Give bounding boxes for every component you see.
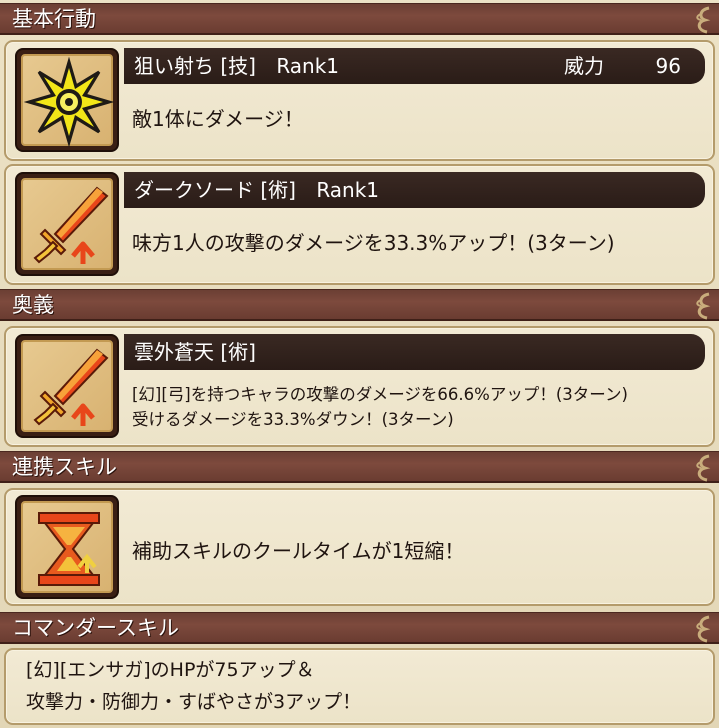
skill-icon-frame	[15, 334, 119, 438]
skill-title-bar: 雲外蒼天 [術]	[124, 334, 705, 370]
section-title: 連携スキル	[12, 455, 117, 479]
scroll-curl-icon	[696, 6, 711, 34]
skill-panel: 基本行動 狙い射ち [技] Rank1 威力 96 敵1体にダメージ！ ダークソ…	[0, 0, 719, 728]
skill-description: [幻][エンサガ]のHPが75アップ＆ 攻撃力・防御力・すばやさが3アップ！	[26, 654, 361, 718]
section-header-link: 連携スキル	[0, 451, 719, 483]
burst-star-icon	[23, 56, 115, 148]
skill-description-line: [幻][エンサガ]のHPが75アップ＆	[26, 659, 315, 681]
hourglass-icon	[38, 512, 100, 586]
skill-card-link[interactable]: 補助スキルのクールタイムが1短縮！	[4, 488, 715, 606]
power-value: 96	[655, 54, 681, 78]
section-header-ougi: 奥義	[0, 289, 719, 321]
skill-card-ougi[interactable]: 雲外蒼天 [術] [幻][弓]を持つキャラの攻撃のダメージを66.6%アップ！(…	[4, 326, 715, 447]
skill-card-commander[interactable]: [幻][エンサガ]のHPが75アップ＆ 攻撃力・防御力・すばやさが3アップ！	[4, 648, 715, 725]
scroll-curl-icon	[696, 615, 711, 643]
skill-card-dark-sword[interactable]: ダークソード [術] Rank1 味方1人の攻撃のダメージを33.3%アップ！(…	[4, 164, 715, 285]
skill-description: 補助スキルのクールタイムが1短縮！	[132, 539, 465, 563]
skill-description-line: [幻][弓]を持つキャラの攻撃のダメージを66.6%アップ！(3ターン)	[132, 385, 628, 404]
skill-icon-frame	[15, 172, 119, 276]
skill-description: 味方1人の攻撃のダメージを33.3%アップ！(3ターン)	[132, 231, 615, 255]
skill-description: 敵1体にダメージ！	[132, 107, 304, 131]
section-header-commander: コマンダースキル	[0, 612, 719, 644]
section-title: コマンダースキル	[12, 616, 179, 640]
sword-up-icon	[33, 348, 109, 426]
section-header-basic: 基本行動	[0, 3, 719, 35]
skill-name: 狙い射ち [技]	[134, 54, 256, 78]
section-title: 基本行動	[12, 7, 96, 31]
skill-title-bar: 狙い射ち [技] Rank1 威力 96	[124, 48, 705, 84]
skill-rank: Rank1	[276, 54, 340, 78]
skill-icon-frame	[15, 495, 119, 599]
skill-name: ダークソード [術]	[134, 178, 296, 202]
skill-title-bar: ダークソード [術] Rank1	[124, 172, 705, 208]
skill-description-line: 攻撃力・防御力・すばやさが3アップ！	[26, 691, 362, 713]
scroll-curl-icon	[696, 454, 711, 482]
skill-name: 雲外蒼天 [術]	[134, 340, 256, 364]
skill-icon-frame	[15, 48, 119, 152]
skill-description-line: 受けるダメージを33.3%ダウン！(3ターン)	[132, 410, 454, 429]
skill-card-nerai-uchi[interactable]: 狙い射ち [技] Rank1 威力 96 敵1体にダメージ！	[4, 40, 715, 161]
skill-description: [幻][弓]を持つキャラの攻撃のダメージを66.6%アップ！(3ターン) 受ける…	[132, 382, 628, 432]
sword-up-icon	[33, 186, 109, 264]
power-label: 威力	[564, 54, 604, 78]
skill-rank: Rank1	[316, 178, 380, 202]
scroll-curl-icon	[696, 292, 711, 320]
section-title: 奥義	[12, 293, 54, 317]
